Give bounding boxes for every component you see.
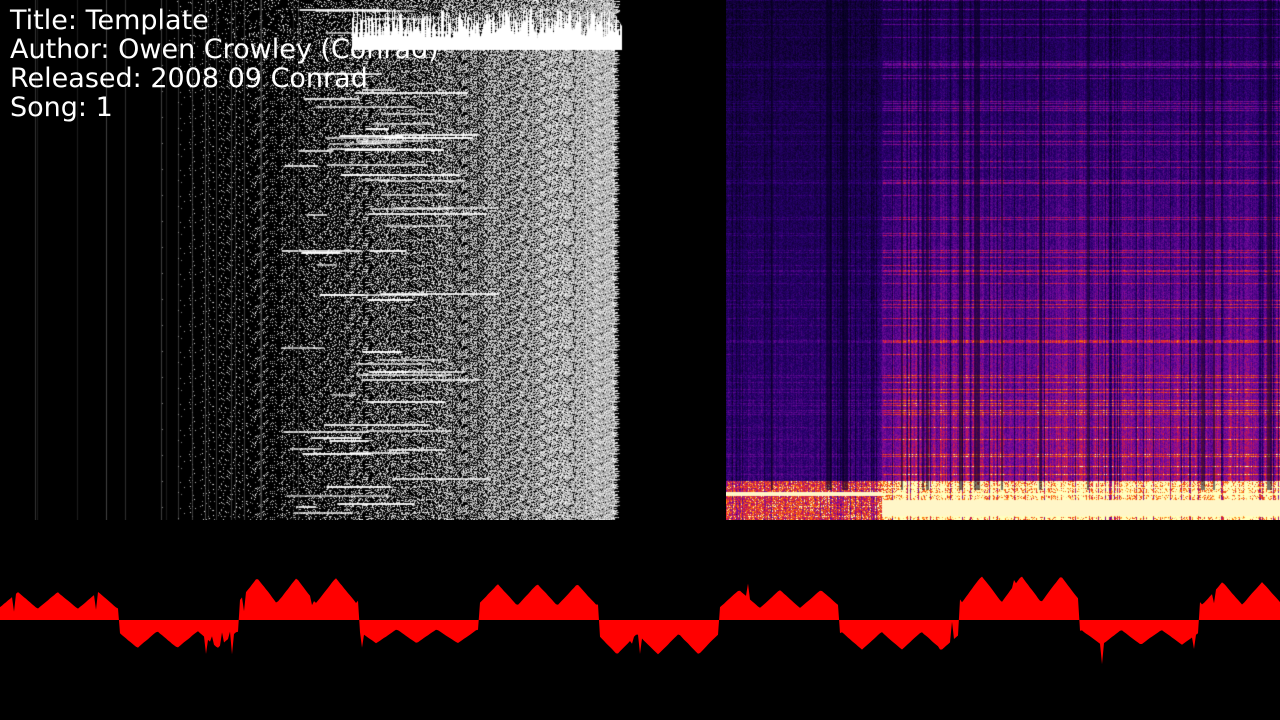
author-line: Author: Owen Crowley (Conrad) [10, 35, 439, 64]
released-line: Released: 2008 09 Conrad [10, 64, 439, 93]
song-label: Song: [10, 92, 88, 123]
title-label: Title: [10, 5, 77, 36]
waveform-panel [0, 540, 1280, 700]
waveform-svg [0, 576, 1280, 665]
spectrogram-canvas [726, 0, 1280, 520]
author-label: Author: [10, 34, 110, 65]
released-value: 2008 09 Conrad [150, 63, 368, 94]
spectrogram-panel [726, 0, 1280, 520]
author-value: Owen Crowley (Conrad) [118, 34, 439, 65]
song-info: Title: Template Author: Owen Crowley (Co… [10, 6, 439, 122]
song-number-line: Song: 1 [10, 93, 439, 122]
title-line: Title: Template [10, 6, 439, 35]
title-value: Template [85, 5, 209, 36]
visualizer-screen: Title: Template Author: Owen Crowley (Co… [0, 0, 1280, 720]
waveform-shape [0, 576, 1280, 665]
song-value: 1 [95, 92, 113, 123]
released-label: Released: [10, 63, 142, 94]
